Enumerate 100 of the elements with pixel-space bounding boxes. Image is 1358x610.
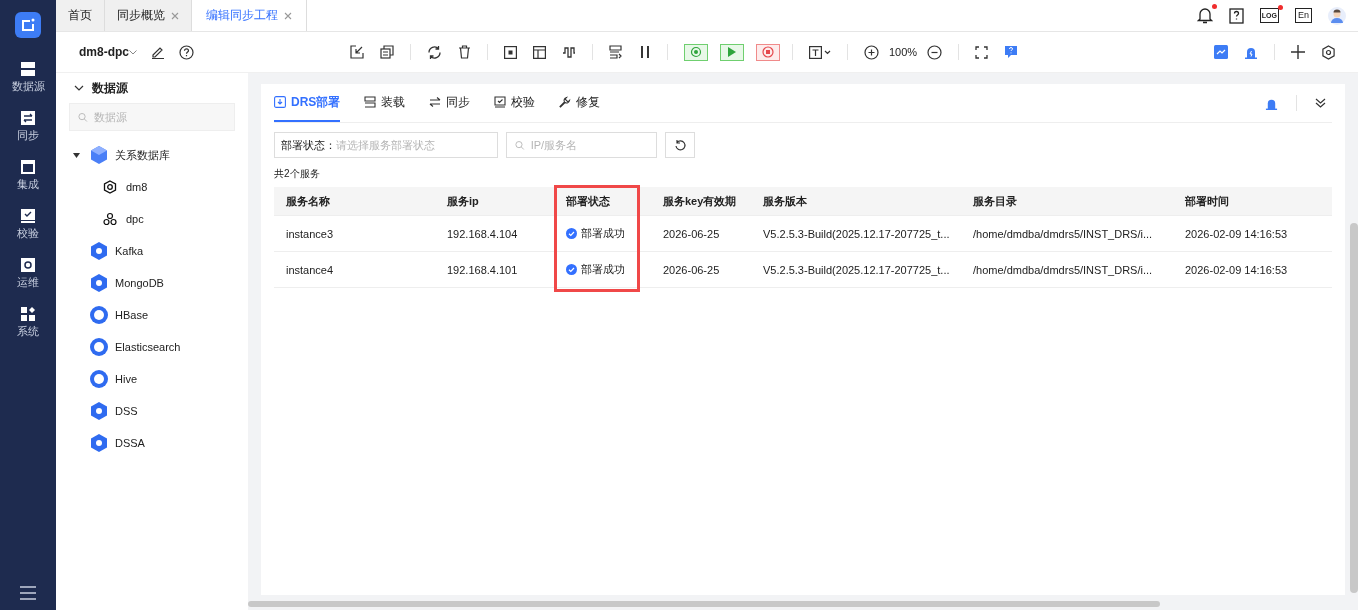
grid-icon bbox=[21, 160, 35, 174]
app-logo-icon bbox=[15, 12, 41, 38]
tree-item[interactable]: DSSA bbox=[115, 437, 145, 449]
status-select[interactable]: 请选择服务部署状态 bbox=[336, 139, 491, 151]
notification-bell-icon[interactable] bbox=[1196, 7, 1213, 24]
project-name-dropdown[interactable]: dm8-dpc bbox=[79, 45, 129, 59]
page-tab[interactable]: 首页 bbox=[56, 0, 105, 31]
stack-icon bbox=[364, 96, 377, 108]
chart-icon[interactable] bbox=[1214, 45, 1228, 59]
refresh-icon[interactable] bbox=[427, 44, 442, 60]
hexagon-icon bbox=[89, 401, 109, 421]
tree-item[interactable]: Elasticsearch bbox=[115, 341, 181, 353]
search-field[interactable]: IP/服务名 bbox=[530, 139, 648, 151]
table-cell-text: V5.2.5.3-Build(2025.12.17-207725_t... bbox=[762, 263, 951, 276]
search-icon bbox=[78, 111, 88, 123]
table-cell-text: instance3 bbox=[285, 227, 335, 240]
column-header: 服务目录 bbox=[972, 193, 1018, 209]
panel-tab[interactable]: 同步 bbox=[429, 84, 471, 122]
panel-tab[interactable]: DRS部署 bbox=[274, 84, 341, 122]
search-box[interactable]: IP/服务名 bbox=[506, 132, 657, 158]
refresh-button[interactable] bbox=[665, 132, 695, 158]
close-icon[interactable] bbox=[284, 11, 292, 20]
stop-button[interactable] bbox=[756, 43, 780, 61]
zoom-level: 100% bbox=[889, 46, 918, 58]
help-book-icon[interactable] bbox=[1228, 7, 1244, 24]
copy-icon[interactable] bbox=[380, 45, 394, 59]
column-header: 服务key有效期 bbox=[662, 193, 738, 209]
table-cell-text: 2026-06-25 bbox=[662, 227, 721, 240]
circle-icon bbox=[89, 369, 109, 389]
horizontal-scrollbar[interactable] bbox=[248, 601, 1160, 607]
wave-icon[interactable] bbox=[562, 45, 576, 59]
restart-button[interactable] bbox=[684, 43, 708, 61]
column-header: 部署时间 bbox=[1184, 193, 1230, 209]
panel-tab[interactable]: 装载 bbox=[364, 84, 406, 122]
table-cell-text: 2026-02-09 14:16:53 bbox=[1184, 227, 1289, 240]
tree-item[interactable]: HBase bbox=[115, 309, 149, 321]
hexagon-icon bbox=[89, 433, 109, 453]
wrench-icon bbox=[559, 96, 572, 108]
tree-item[interactable]: dpc bbox=[126, 213, 144, 225]
help-icon[interactable] bbox=[179, 44, 194, 60]
panel-tab[interactable]: 校验 bbox=[494, 84, 536, 122]
language-button[interactable]: En bbox=[1295, 8, 1312, 23]
tree-item[interactable]: Hive bbox=[115, 373, 137, 385]
nav-item[interactable]: 运维 bbox=[17, 258, 39, 290]
table-cell-text: V5.2.5.3-Build(2025.12.17-207725_t... bbox=[762, 227, 951, 240]
zoom-out-icon[interactable] bbox=[927, 44, 943, 60]
nav-item[interactable]: 系统 bbox=[17, 307, 39, 339]
circle-icon bbox=[89, 305, 109, 325]
checklist-icon bbox=[494, 96, 507, 108]
tree-item[interactable]: DSS bbox=[115, 405, 138, 417]
tree-item[interactable]: dm8 bbox=[126, 181, 148, 193]
expand-caret-icon[interactable] bbox=[72, 152, 80, 158]
layout-icon[interactable] bbox=[533, 45, 546, 59]
tree-item[interactable]: Kafka bbox=[115, 245, 144, 257]
cluster-icon bbox=[103, 212, 117, 226]
start-button[interactable] bbox=[720, 43, 744, 61]
checklist-icon bbox=[21, 209, 35, 223]
table-cell-text: instance4 bbox=[285, 263, 335, 276]
nav-item[interactable]: 集成 bbox=[17, 160, 39, 192]
avatar-icon[interactable] bbox=[1328, 6, 1346, 25]
target-icon bbox=[690, 46, 702, 58]
pause-icon[interactable] bbox=[639, 45, 651, 59]
column-header: 服务版本 bbox=[762, 193, 808, 209]
tree-item[interactable]: MongoDB bbox=[115, 277, 164, 289]
table-cell-text: 192.168.4.104 bbox=[446, 227, 519, 240]
circle-icon bbox=[89, 337, 109, 357]
page-tab[interactable]: 同步概览 bbox=[105, 0, 192, 31]
edit-pencil-icon[interactable] bbox=[151, 45, 165, 59]
column-header: 部署状态 bbox=[565, 193, 611, 209]
swap-icon bbox=[429, 96, 442, 108]
nav-item[interactable]: 校验 bbox=[17, 209, 39, 241]
chevron-icon[interactable] bbox=[74, 85, 84, 91]
swap-icon bbox=[21, 111, 35, 125]
collapse-chevron-icon[interactable] bbox=[1315, 98, 1326, 108]
gear-icon bbox=[21, 258, 35, 272]
text-dropdown-icon[interactable] bbox=[809, 45, 831, 59]
tree-section-title: 数据源 bbox=[92, 79, 128, 97]
add-icon[interactable] bbox=[1291, 45, 1305, 59]
list-arrow-icon[interactable] bbox=[609, 45, 623, 59]
help-chat-icon[interactable] bbox=[1004, 45, 1019, 59]
settings-icon[interactable] bbox=[1321, 44, 1336, 60]
hexagon-icon bbox=[89, 273, 109, 293]
panel-tab[interactable]: 修复 bbox=[559, 84, 601, 122]
menu-icon[interactable] bbox=[20, 586, 36, 600]
tree-item[interactable]: 关系数据库 bbox=[115, 147, 170, 163]
zoom-in-icon[interactable] bbox=[864, 44, 879, 60]
cube-icon bbox=[89, 145, 109, 165]
hexagon-icon bbox=[103, 180, 117, 194]
delete-icon[interactable] bbox=[458, 45, 471, 59]
apps-icon bbox=[21, 307, 35, 321]
fullscreen-icon[interactable] bbox=[975, 45, 989, 59]
nav-item[interactable]: 数据源 bbox=[11, 62, 45, 94]
server-icon bbox=[21, 62, 35, 76]
status-filter[interactable]: 部署状态：请选择服务部署状态 bbox=[274, 132, 498, 158]
nav-item[interactable]: 同步 bbox=[17, 111, 39, 143]
caret-icon[interactable] bbox=[129, 49, 137, 55]
service-count: 共2个服务 bbox=[274, 167, 321, 181]
alarm-icon[interactable] bbox=[1244, 45, 1258, 59]
import-icon[interactable] bbox=[350, 45, 364, 59]
refresh-icon bbox=[673, 138, 687, 152]
